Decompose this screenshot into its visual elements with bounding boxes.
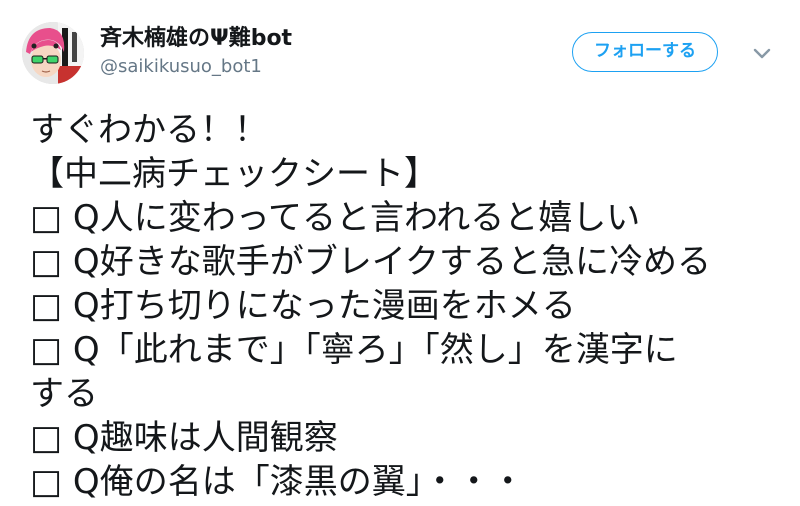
tweet-line: 【中二病チェックシート】	[30, 154, 438, 194]
author-handle[interactable]: @saikikusuo_bot1	[100, 56, 292, 78]
tweet-line: □ Q打ち切りになった漫画をホメる	[30, 286, 576, 326]
tweet-line: □ Q好きな歌手がブレイクすると急に冷める	[30, 242, 712, 282]
tweet-line: □ Q俺の名は「漆黒の翼」・・・	[30, 462, 525, 502]
tweet-line: □ Q「此れまで」「寧ろ」「然し」を漢字に	[30, 330, 678, 370]
avatar[interactable]	[22, 22, 84, 84]
follow-button[interactable]: フォローする	[572, 32, 718, 72]
author-names: 斉木楠雄のΨ難bot @saikikusuo_bot1	[100, 26, 292, 78]
author-display-name[interactable]: 斉木楠雄のΨ難bot	[100, 26, 292, 52]
tweet-line: する	[30, 374, 98, 414]
chevron-down-icon	[753, 48, 771, 59]
tweet-line: □ Q人に変わってると言われると嬉しい	[30, 198, 641, 238]
avatar-icon	[22, 22, 84, 84]
tweet-header: 斉木楠雄のΨ難bot @saikikusuo_bot1 フォローする	[22, 22, 782, 84]
tweet-line: □ Q趣味は人間観察	[30, 418, 338, 458]
more-options-button[interactable]	[748, 40, 776, 68]
tweet-line: すぐわかる！！	[30, 110, 268, 150]
tweet-text: すぐわかる！！ 【中二病チェックシート】 □ Q人に変わってると言われると嬉しい…	[30, 108, 770, 504]
